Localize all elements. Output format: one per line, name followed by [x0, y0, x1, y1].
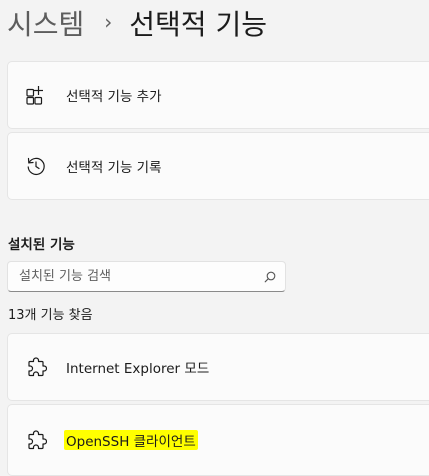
breadcrumb: 시스템 › 선택적 기능	[7, 4, 267, 42]
optional-feature-history-label: 선택적 기능 기록	[66, 160, 162, 176]
search-icon[interactable]	[264, 271, 276, 283]
page-title: 선택적 기능	[129, 8, 267, 41]
feature-count: 13개 기능 찾음	[8, 308, 93, 323]
history-icon	[25, 155, 47, 177]
breadcrumb-system-link[interactable]: 시스템	[7, 3, 84, 43]
optional-feature-history-button[interactable]: 선택적 기능 기록	[7, 132, 429, 200]
breadcrumb-separator: ›	[104, 10, 113, 34]
puzzle-icon	[25, 429, 47, 451]
feature-item-openssh-client[interactable]: OpenSSH 클라이언트	[7, 404, 429, 476]
feature-item-internet-explorer-mode[interactable]: Internet Explorer 모드	[7, 333, 429, 401]
add-optional-feature-button[interactable]: 선택적 기능 추가	[7, 61, 429, 129]
add-grid-icon	[25, 84, 47, 106]
feature-item-label: Internet Explorer 모드	[66, 361, 210, 377]
add-optional-feature-label: 선택적 기능 추가	[66, 89, 162, 105]
installed-features-search	[7, 261, 286, 292]
puzzle-icon	[25, 356, 47, 378]
installed-features-heading: 설치된 기능	[8, 237, 75, 253]
search-input[interactable]	[19, 269, 259, 284]
feature-item-label: OpenSSH 클라이언트	[64, 430, 198, 450]
